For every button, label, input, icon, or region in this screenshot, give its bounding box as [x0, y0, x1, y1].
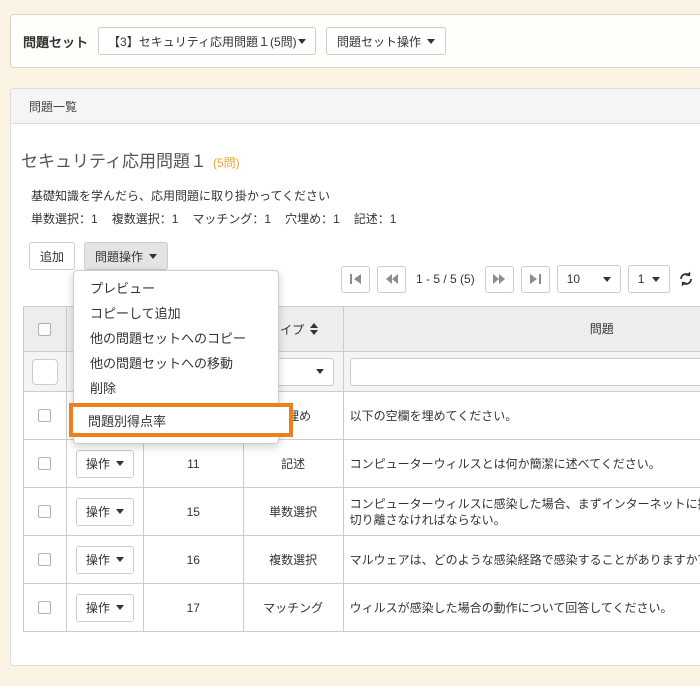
select-all-checkbox[interactable] — [38, 323, 51, 336]
table-row: 操作 11 記述 コンピューターウィルスとは何か簡潔に述べてください。 — [24, 440, 700, 488]
refresh-button[interactable] — [677, 270, 695, 288]
question-set-select[interactable]: 【3】セキュリティ応用問題１(5問) — [98, 27, 316, 55]
row-question: コンピューターウィルスとは何か簡潔に述べてください。 — [344, 440, 700, 488]
panel-header-title: 問題一覧 — [29, 98, 77, 115]
caret-down-icon — [116, 509, 124, 514]
table-row: 操作 17 マッチング ウィルスが感染した場合の動作について回答してください。 — [24, 584, 700, 632]
row-type: マッチング — [244, 584, 344, 632]
row-type: 複数選択 — [244, 536, 344, 584]
panel-body: セキュリティ応用問題１(5問) 基礎知識を学んだら、応用問題に取り掛かってくださ… — [11, 124, 700, 666]
row-id: 16 — [144, 536, 244, 584]
page-size-select[interactable]: 10 — [557, 265, 621, 293]
row-id: 15 — [144, 488, 244, 536]
page-range-text: 1 - 5 / 5 (5) — [416, 272, 475, 286]
row-type: 単数選択 — [244, 488, 344, 536]
menu-item-score-rate-highlighted[interactable]: 問題別得点率 — [69, 403, 293, 437]
type-counts: 単数選択：1 複数選択：1 マッチング：1 穴埋め：1 記述：1 — [31, 210, 396, 227]
caret-down-icon — [603, 277, 611, 282]
row-id: 11 — [144, 440, 244, 488]
question-set-bar: 問題セット 【3】セキュリティ応用問題１(5問) 問題セット操作 — [10, 14, 700, 68]
row-type: 記述 — [244, 440, 344, 488]
last-page-icon — [528, 273, 542, 285]
type-count: 複数選択：1 — [112, 210, 179, 227]
row-checkbox[interactable] — [38, 601, 51, 614]
table-row: 操作 16 複数選択 マルウェアは、どのような感染経路で感染することがありますか… — [24, 536, 700, 584]
row-checkbox[interactable] — [38, 457, 51, 470]
set-title: セキュリティ応用問題１(5問) — [21, 147, 240, 172]
question-set-select-value: 【3】セキュリティ応用問題１(5問) — [108, 33, 297, 50]
row-question: マルウェアは、どのような感染経路で感染することがありますか？ — [344, 536, 700, 584]
question-list-panel: 問題一覧 セキュリティ応用問題１(5問) 基礎知識を学んだら、応用問題に取り掛か… — [10, 88, 700, 666]
row-checkbox[interactable] — [38, 409, 51, 422]
sort-icon — [310, 323, 318, 335]
panel-header: 問題一覧 — [11, 89, 700, 124]
first-page-icon — [349, 273, 363, 285]
row-actions-button[interactable]: 操作 — [76, 594, 134, 622]
menu-item-copy-to-other-set[interactable]: 他の問題セットへのコピー — [74, 326, 278, 351]
caret-down-icon — [116, 605, 124, 610]
type-count: 単数選択：1 — [31, 210, 98, 227]
row-checkbox[interactable] — [38, 505, 51, 518]
prev-page-icon — [385, 273, 399, 285]
row-actions-button[interactable]: 操作 — [76, 450, 134, 478]
set-description: 基礎知識を学んだら、応用問題に取り掛かってください — [31, 187, 330, 204]
row-checkbox[interactable] — [38, 553, 51, 566]
first-page-button[interactable] — [341, 266, 370, 293]
caret-down-icon — [149, 254, 157, 259]
row-question: ウィルスが感染した場合の動作について回答してください。 — [344, 584, 700, 632]
row-question: コンピューターウィルスに感染した場合、まずインターネットに接 切り離さなければな… — [344, 488, 700, 536]
type-count: 穴埋め：1 — [285, 210, 340, 227]
column-header-question: 問題 — [344, 307, 700, 352]
caret-down-icon — [316, 369, 324, 374]
caret-down-icon — [652, 277, 660, 282]
pagination: 1 - 5 / 5 (5) 10 1 — [341, 265, 700, 293]
toolbar: 追加 問題操作 — [29, 242, 168, 270]
filter-box — [32, 359, 58, 385]
question-operations-button[interactable]: 問題操作 — [84, 242, 168, 270]
question-filter-input[interactable] — [350, 358, 700, 386]
caret-down-icon — [298, 39, 306, 44]
caret-down-icon — [427, 39, 435, 44]
add-button[interactable]: 追加 — [29, 242, 75, 270]
page-number-select[interactable]: 1 — [628, 265, 670, 293]
refresh-icon — [677, 270, 695, 288]
prev-page-button[interactable] — [377, 266, 406, 293]
question-operations-menu: プレビュー コピーして追加 他の問題セットへのコピー 他の問題セットへの移動 削… — [73, 270, 279, 444]
next-page-icon — [492, 273, 506, 285]
last-page-button[interactable] — [521, 266, 550, 293]
row-actions-button[interactable]: 操作 — [76, 498, 134, 526]
menu-item-preview[interactable]: プレビュー — [74, 276, 278, 301]
menu-item-copy-add[interactable]: コピーして追加 — [74, 301, 278, 326]
question-set-operations-button[interactable]: 問題セット操作 — [326, 27, 446, 55]
caret-down-icon — [116, 557, 124, 562]
type-count: 記述：1 — [354, 210, 397, 227]
caret-down-icon — [116, 461, 124, 466]
table-row: 操作 15 単数選択 コンピューターウィルスに感染した場合、まずインターネットに… — [24, 488, 700, 536]
question-count-badge: (5問) — [213, 156, 240, 170]
menu-item-move-to-other-set[interactable]: 他の問題セットへの移動 — [74, 351, 278, 376]
page: 問題セット 【3】セキュリティ応用問題１(5問) 問題セット操作 問題一覧 セキ… — [0, 0, 700, 686]
question-set-label: 問題セット — [23, 32, 88, 51]
row-question: 以下の空欄を埋めてください。 — [344, 392, 700, 440]
menu-item-delete[interactable]: 削除 — [74, 376, 278, 401]
next-page-button[interactable] — [485, 266, 514, 293]
type-count: マッチング：1 — [192, 210, 271, 227]
row-actions-button[interactable]: 操作 — [76, 546, 134, 574]
row-id: 17 — [144, 584, 244, 632]
